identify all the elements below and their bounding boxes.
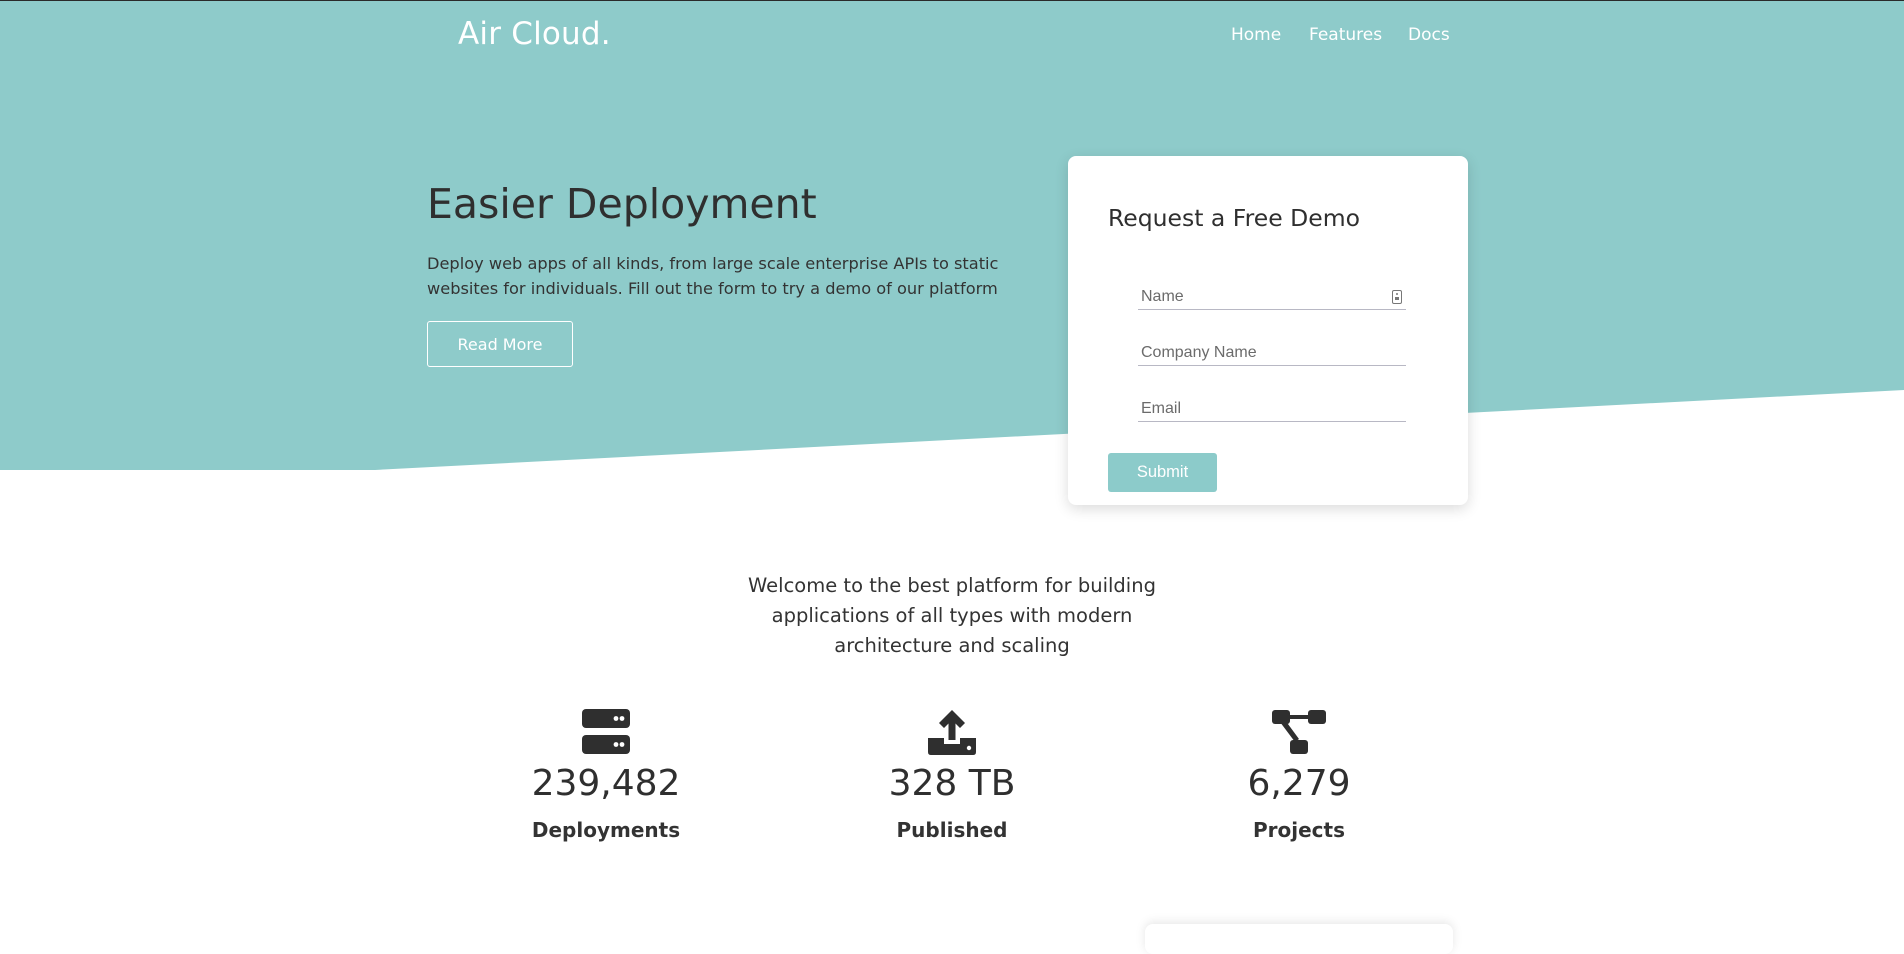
stat-value: 6,279 [1247,763,1351,804]
email-placeholder: Email [1141,400,1182,417]
project-diagram-icon [1272,710,1326,754]
nav-link-features[interactable]: Features [1309,25,1382,45]
read-more-button[interactable]: Read More [427,321,573,367]
nav-link-docs[interactable]: Docs [1408,25,1450,45]
welcome-text: Welcome to the best platform for buildin… [748,574,1156,657]
stat-value: 328 TB [888,763,1016,804]
email-field[interactable]: Email [1138,396,1406,422]
stat-deployments: 239,482 Deployments [476,708,736,842]
hero-title: Easier Deployment [427,180,817,228]
stat-label: Deployments [531,818,681,842]
company-name-placeholder: Company Name [1141,344,1257,361]
stat-label: Projects [1252,818,1345,842]
name-placeholder: Name [1141,288,1184,305]
hero-background [0,0,1904,470]
demo-form-card: Request a Free Demo Name Company Name Em… [1068,156,1468,505]
demo-form-title: Request a Free Demo [1108,204,1360,232]
stat-published: 328 TB Published [822,708,1082,842]
brand-logo[interactable]: Air Cloud. [458,16,611,52]
company-name-field[interactable]: Company Name [1138,340,1406,366]
stat-label: Published [896,818,1008,842]
upload-icon [928,710,976,755]
server-icon [582,709,630,754]
stat-projects: 6,279 Projects [1169,708,1429,842]
name-field[interactable]: Name [1138,284,1406,310]
next-section-card [1145,924,1453,954]
nav-link-home[interactable]: Home [1231,25,1281,45]
navbar: Air Cloud. Home Features Docs [0,0,1904,70]
contact-card-icon[interactable] [1392,290,1402,304]
stat-value: 239,482 [531,763,681,804]
submit-button[interactable]: Submit [1108,453,1217,492]
hero-description: Deploy web apps of all kinds, from large… [427,254,999,298]
